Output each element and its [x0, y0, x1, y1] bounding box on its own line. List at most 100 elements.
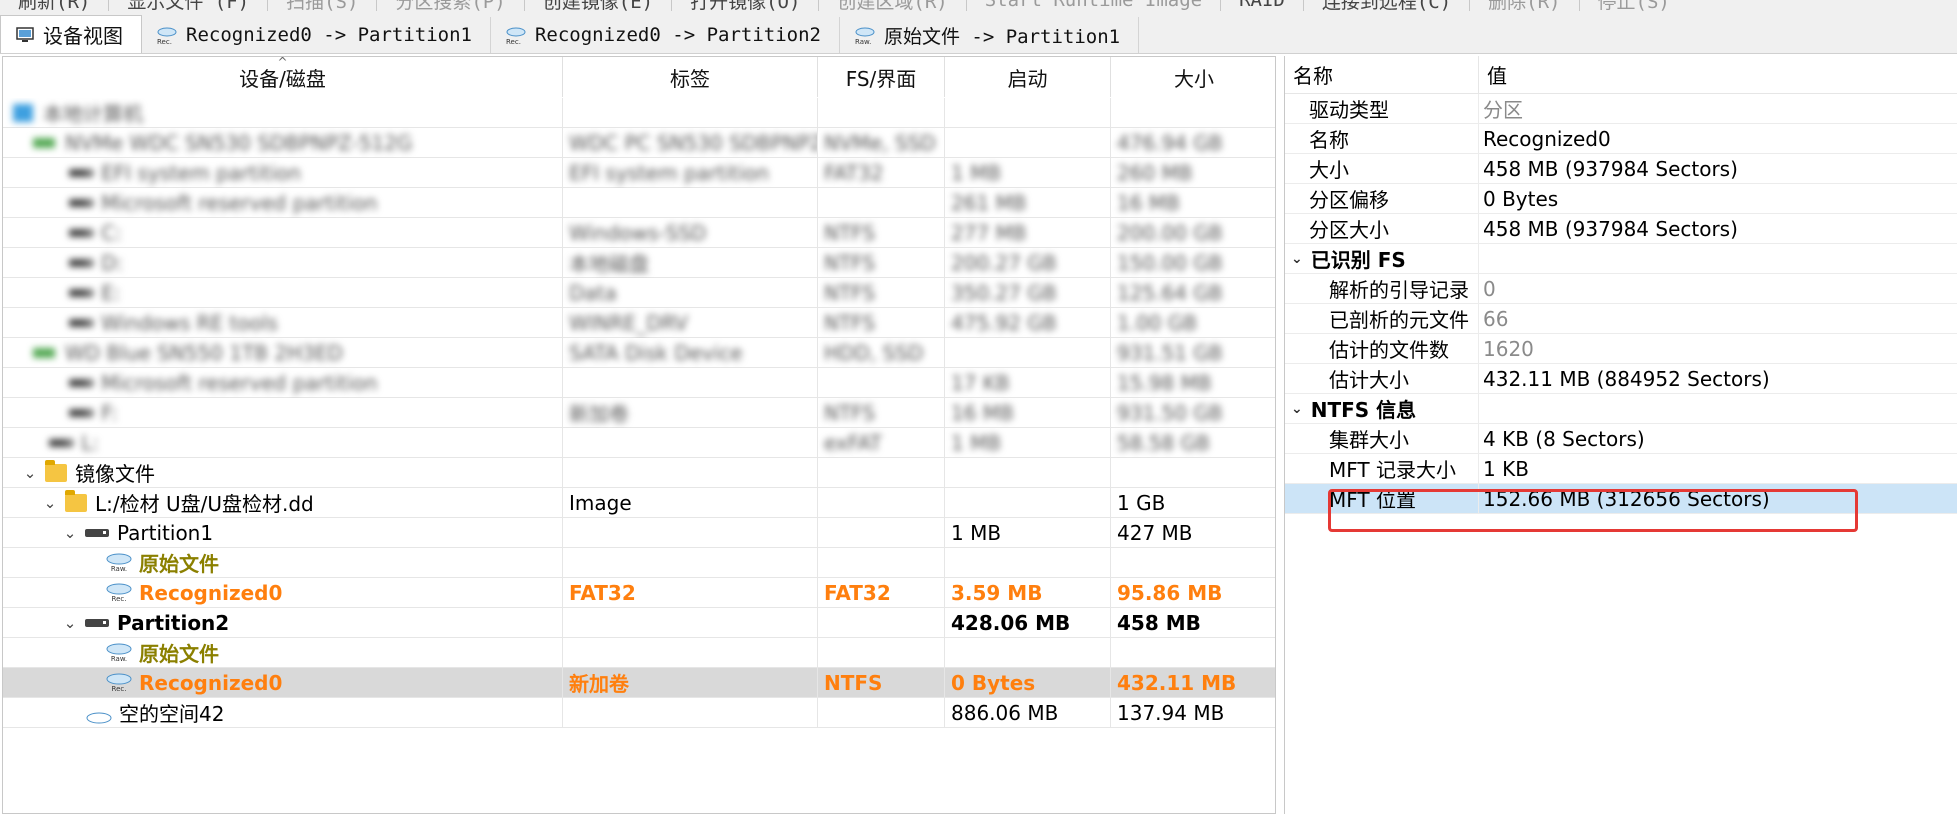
tree-row-raw-files-p2[interactable]: Raw. 原始文件 [3, 637, 1275, 668]
menu-refresh[interactable]: 刷新(R) [0, 0, 108, 14]
tab-label: Recognized0 -> Partition2 [534, 24, 821, 46]
tab-rec-partition1[interactable]: Rec. Recognized0 -> Partition1 [142, 17, 491, 53]
tree-row-blurred[interactable]: L: exFAT 1 MB 58.58 GB [3, 427, 1275, 458]
device-tree-rows: 本地计算机 NVMe WDC SN530 SDBPNPZ-512G WDC PC… [3, 97, 1275, 728]
raw-partition-icon: Raw. [854, 25, 876, 45]
monitor-icon [15, 25, 35, 45]
tree-row-blurred[interactable]: D: 本地磁盘 NTFS 200.27 GB 150.00 GB [3, 247, 1275, 278]
svg-text:Rec.: Rec. [506, 38, 521, 45]
folder-icon [65, 489, 87, 512]
menu-partition-search[interactable]: 分区搜索(P) [377, 0, 523, 14]
partition-icon [69, 198, 93, 207]
tree-row-blurred[interactable]: C: Windows-SSD NTFS 277 MB 200.00 GB [3, 217, 1275, 248]
col-header-name[interactable]: 名称 [1285, 56, 1479, 93]
tree-row-blurred[interactable]: NVMe WDC SN530 SDBPNPZ-512G WDC PC SN530… [3, 127, 1275, 158]
device-tree-panel: ^ 设备/磁盘 标签 FS/界面 启动 大小 本地计算机 NVMe WDC SN5… [2, 56, 1276, 814]
rec-partition-icon: Rec. [156, 25, 178, 45]
raw-partition-icon: Raw. [105, 552, 133, 573]
sort-up-icon: ^ [277, 56, 288, 69]
disk-icon [33, 137, 55, 148]
partition-icon [49, 438, 73, 447]
partition-icon [69, 258, 93, 267]
tab-label: Recognized0 -> Partition1 [186, 24, 472, 46]
tree-row-raw-files-p1[interactable]: Raw. 原始文件 [3, 547, 1275, 578]
expand-chevron-icon[interactable]: ⌄ [61, 614, 79, 632]
col-header-fs[interactable]: FS/界面 [818, 57, 945, 97]
prop-row-size[interactable]: 大小 458 MB (937984 Sectors) [1285, 153, 1957, 184]
col-header-label[interactable]: 标签 [563, 57, 818, 97]
tab-bar: 设备视图 Rec. Recognized0 -> Partition1 Rec.… [0, 14, 1957, 54]
menu-connect-remote[interactable]: 连接到远程(C) [1304, 0, 1469, 14]
prop-group-ntfs-info[interactable]: ⌄ NTFS 信息 [1285, 393, 1957, 424]
tree-row-blurred[interactable]: F: 新加卷 NTFS 16 MB 931.50 GB [3, 397, 1275, 428]
prop-row-mft-location-selected[interactable]: MFT 位置 152.66 MB (312656 Sectors) [1285, 483, 1957, 514]
folder-icon [45, 459, 67, 482]
prop-row-parsed-metafiles[interactable]: 已剖析的元文件 66 [1285, 303, 1957, 334]
tree-row-blurred[interactable]: Windows RE tools WINRE_DRV NTFS 475.92 GB 1… [3, 307, 1275, 338]
chevron-down-icon[interactable]: ⌄ [1291, 251, 1303, 267]
empty-space-icon [85, 706, 113, 723]
partition-icon [85, 618, 109, 627]
prop-row-partition-offset[interactable]: 分区偏移 0 Bytes [1285, 183, 1957, 214]
chevron-down-icon[interactable]: ⌄ [1291, 401, 1303, 417]
tree-row-recognized0-p2-selected[interactable]: Rec. Recognized0 新加卷 NTFS 0 Bytes 432.11 MB [3, 667, 1275, 698]
properties-header: 名称 值 [1285, 56, 1957, 94]
col-header-value[interactable]: 值 [1479, 56, 1507, 93]
tab-device-view[interactable]: 设备视图 [0, 15, 142, 53]
prop-row-mft-record-size[interactable]: MFT 记录大小 1 KB [1285, 453, 1957, 484]
tree-row-blurred[interactable]: EFI system partition EFI system partitio… [3, 157, 1275, 188]
tree-row-free-space[interactable]: 空的空间42 886.06 MB 137.94 MB [3, 697, 1275, 728]
tab-label: 设备视图 [43, 24, 123, 48]
device-table-header: ^ 设备/磁盘 标签 FS/界面 启动 大小 [3, 57, 1275, 97]
partition-icon [69, 318, 93, 327]
tree-row-partition2[interactable]: ⌄ Partition2 428.06 MB 458 MB [3, 607, 1275, 638]
computer-icon [13, 103, 33, 122]
partition-icon [69, 288, 93, 297]
rec-partition-icon: Rec. [505, 25, 527, 45]
expand-chevron-icon[interactable]: ⌄ [41, 494, 59, 512]
prop-row-cluster-size[interactable]: 集群大小 4 KB (8 Sectors) [1285, 423, 1957, 454]
tree-row-blurred[interactable]: E: Data NTFS 350.27 GB 125.64 GB [3, 277, 1275, 308]
menu-raid[interactable]: RAID [1221, 0, 1303, 11]
menu-create-image[interactable]: 创建镜像(E) [525, 0, 671, 14]
properties-panel: 名称 值 驱动类型 分区 名称 Recognized0 大小 458 MB (9379… [1284, 56, 1957, 814]
prop-row-estimated-files[interactable]: 估计的文件数 1620 [1285, 333, 1957, 364]
col-header-size[interactable]: 大小 [1111, 57, 1275, 97]
menu-show-files[interactable]: 显示文件 (F) [109, 0, 267, 14]
prop-group-recognized-fs[interactable]: ⌄ 已识别 FS [1285, 243, 1957, 274]
raw-partition-icon: Raw. [105, 642, 133, 663]
tree-row-blurred[interactable]: 本地计算机 [3, 97, 1275, 128]
tree-row-blurred[interactable]: WD Blue SN550 1TB 2H3ED SATA Disk Device… [3, 337, 1275, 368]
menu-create-region[interactable]: 创建区域(R) [819, 0, 965, 14]
tree-row-blurred[interactable]: Microsoft reserved partition 17 KB 15.98 … [3, 367, 1275, 398]
tab-rec-partition2[interactable]: Rec. Recognized0 -> Partition2 [491, 17, 840, 53]
rec-partition-icon: Rec. [105, 672, 133, 693]
rec-partition-icon: Rec. [105, 582, 133, 603]
partition-icon [69, 408, 93, 417]
svg-text:Rec.: Rec. [157, 38, 172, 45]
menu-stop[interactable]: 停止(S) [1580, 0, 1688, 14]
prop-row-name[interactable]: 名称 Recognized0 [1285, 123, 1957, 154]
tree-row-recognized0-p1[interactable]: Rec. Recognized0 FAT32 FAT32 3.59 MB 95.86 M… [3, 577, 1275, 608]
prop-row-parsed-boot-records[interactable]: 解析的引导记录 0 [1285, 273, 1957, 304]
prop-row-estimated-size[interactable]: 估计大小 432.11 MB (884952 Sectors) [1285, 363, 1957, 394]
menu-open-image[interactable]: 打开镜像(O) [672, 0, 818, 14]
tree-row-blurred[interactable]: Microsoft reserved partition 261 MB 16 MB [3, 187, 1275, 218]
menu-delete[interactable]: 删除(R) [1470, 0, 1578, 14]
partition-icon [69, 378, 93, 387]
expand-chevron-icon[interactable]: ⌄ [61, 524, 79, 542]
expand-chevron-icon[interactable]: ⌄ [21, 464, 39, 482]
partition-icon [69, 168, 93, 177]
menu-scan[interactable]: 扫描(S) [268, 0, 376, 14]
partition-icon [69, 228, 93, 237]
col-header-device[interactable]: ^ 设备/磁盘 [3, 57, 563, 97]
prop-row-drive-type[interactable]: 驱动类型 分区 [1285, 93, 1957, 124]
tab-raw-partition1[interactable]: Raw. 原始文件 -> Partition1 [840, 17, 1140, 53]
partition-icon [85, 528, 109, 537]
tree-row-partition1[interactable]: ⌄ Partition1 1 MB 427 MB [3, 517, 1275, 548]
prop-row-partition-size[interactable]: 分区大小 458 MB (937984 Sectors) [1285, 213, 1957, 244]
col-header-start[interactable]: 启动 [945, 57, 1111, 97]
tree-row-image-file[interactable]: ⌄ L:/检材 U盘/U盘检材.dd Image 1 GB [3, 487, 1275, 518]
tree-row-image-files[interactable]: ⌄ 镜像文件 [3, 457, 1275, 488]
menu-runtime-image[interactable]: Start Runtime Image [967, 0, 1220, 11]
